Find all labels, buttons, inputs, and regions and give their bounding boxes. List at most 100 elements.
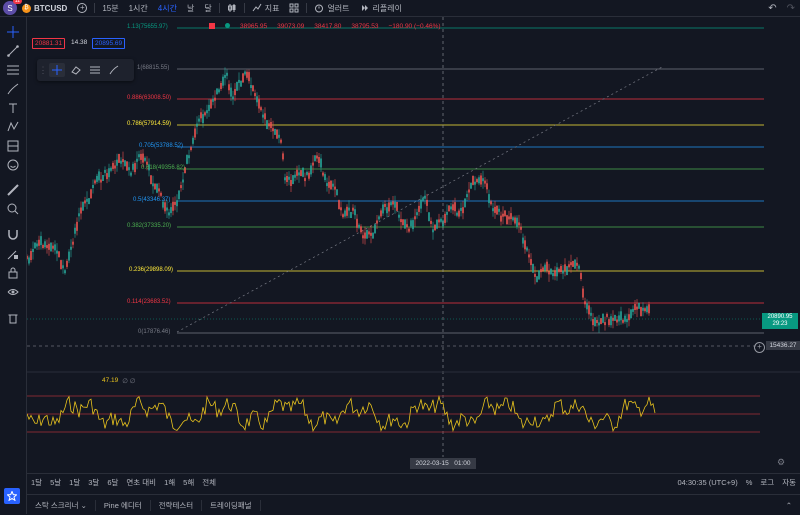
candle-body (530, 259, 532, 266)
auto-scale-button[interactable]: 자동 (778, 477, 800, 488)
ruler-icon (7, 184, 19, 196)
tf-15m[interactable]: 15분 (97, 3, 123, 14)
candle-body (354, 209, 356, 216)
candle-body (202, 114, 204, 124)
candle-body (122, 159, 124, 163)
tf-4h[interactable]: 4시간 (153, 3, 182, 14)
add-alert-plus-icon[interactable]: + (754, 342, 765, 353)
tf-1d[interactable]: 날 (182, 3, 199, 14)
tab-stock-screener[interactable]: 스탁 스크리너 ⌄ (27, 499, 96, 511)
buy-price-button[interactable]: 20895.69 (92, 38, 126, 49)
candle-body (506, 215, 508, 225)
candle-body (566, 266, 568, 276)
candle-body (64, 270, 66, 274)
symbol-search[interactable]: ₿ BTCUSD (17, 3, 72, 13)
user-avatar[interactable]: S 11 (3, 0, 22, 15)
pattern-tool[interactable] (4, 120, 22, 134)
candle-body (198, 118, 200, 122)
crosshair-mode-button[interactable] (49, 63, 65, 77)
tab-strategy-tester[interactable]: 전략테스터 (151, 499, 203, 511)
candle-body (80, 207, 82, 214)
candle-body (40, 236, 42, 246)
crosshair-tool[interactable] (4, 25, 22, 39)
range-button[interactable]: 6달 (103, 477, 122, 488)
candle-body (102, 175, 104, 181)
text-tool[interactable] (4, 101, 22, 115)
candle-body (278, 134, 280, 138)
candle-body (126, 161, 128, 171)
range-button[interactable]: 5날 (46, 477, 65, 488)
lock-tool[interactable] (4, 266, 22, 280)
emoji-tool[interactable] (4, 158, 22, 172)
collapse-panel-icon[interactable]: ⌃ (778, 501, 800, 510)
delete-tool[interactable] (4, 311, 22, 325)
tab-pine-editor[interactable]: Pine 에디터 (96, 499, 151, 511)
trendline-tool[interactable] (4, 44, 22, 58)
range-button[interactable]: 연초 대비 (122, 477, 160, 488)
percent-scale-button[interactable]: % (742, 478, 757, 487)
candle-body (338, 200, 340, 210)
candle-body (66, 260, 68, 267)
chart-type-button[interactable] (222, 3, 242, 13)
candle-body (594, 317, 596, 327)
tf-1M[interactable]: 달 (199, 3, 216, 14)
fib-retracement-drawing[interactable] (177, 27, 764, 334)
timezone-clock[interactable]: 04:30:35 (UTC+9) (673, 478, 741, 487)
range-button[interactable]: 3달 (84, 477, 103, 488)
range-button[interactable]: 1달 (27, 477, 46, 488)
range-button[interactable]: 1해 (160, 477, 179, 488)
candle-body (236, 81, 238, 91)
add-symbol-button[interactable]: + (72, 3, 92, 13)
candle-body (628, 314, 630, 321)
undo-button[interactable]: ↶ (763, 3, 781, 14)
brush-button[interactable] (106, 63, 122, 77)
measure-tool[interactable] (4, 139, 22, 153)
alert-button[interactable]: 얼러트 (309, 3, 354, 14)
tab-trading-panel[interactable]: 트레이딩패널 (202, 499, 261, 511)
candle-body (166, 207, 168, 211)
settings-gear-icon[interactable]: ⚙ (777, 457, 785, 468)
brush-tool[interactable] (4, 82, 22, 96)
candle-body (564, 264, 566, 271)
candle-body (268, 123, 270, 127)
candle-body (68, 251, 70, 261)
candle-body (168, 212, 170, 216)
magnet-tool[interactable] (4, 228, 22, 242)
lock-drawing-tool[interactable] (4, 247, 22, 261)
price-chart[interactable] (27, 17, 800, 473)
sell-price-button[interactable]: 20881.31 (32, 38, 66, 49)
fib-level-label: 1(68815.55) (137, 65, 170, 71)
range-button[interactable]: 전체 (198, 477, 220, 488)
layout-button[interactable] (284, 3, 304, 13)
log-scale-button[interactable]: 로그 (756, 477, 778, 488)
candle-body (642, 307, 644, 311)
oscillator-value: 47.19 (102, 377, 119, 384)
fib-button[interactable] (87, 63, 103, 77)
candle-body (430, 220, 432, 224)
candle-body (614, 314, 616, 321)
candle-body (332, 183, 334, 187)
candle-body (330, 180, 332, 190)
avatar-letter: S (7, 3, 13, 13)
watchlist-star-button[interactable] (4, 488, 20, 504)
eraser-button[interactable] (68, 63, 84, 77)
indicators-button[interactable]: 지표 (247, 3, 285, 14)
candle-body (576, 262, 578, 266)
chart-area[interactable]: 38965.95 39073.09 38417.80 38795.53 −180… (27, 17, 800, 473)
replay-button[interactable]: 리플레이 (355, 3, 407, 14)
tf-1h[interactable]: 1시간 (124, 3, 153, 14)
fib-tool[interactable] (4, 63, 22, 77)
candle-body (390, 202, 392, 206)
smiley-icon (7, 159, 19, 171)
zoom-tool[interactable] (4, 202, 22, 216)
candle-body (488, 194, 490, 204)
candle-body (194, 128, 196, 138)
fib-trend-dashed-line[interactable] (176, 66, 663, 333)
visibility-tool[interactable] (4, 285, 22, 299)
drag-handle-icon[interactable]: ⋮ (39, 63, 48, 77)
ruler-tool[interactable] (4, 183, 22, 197)
range-button[interactable]: 5해 (179, 477, 198, 488)
range-button[interactable]: 1달 (65, 477, 84, 488)
redo-button[interactable]: ↷ (782, 3, 800, 14)
candle-body (436, 219, 438, 229)
